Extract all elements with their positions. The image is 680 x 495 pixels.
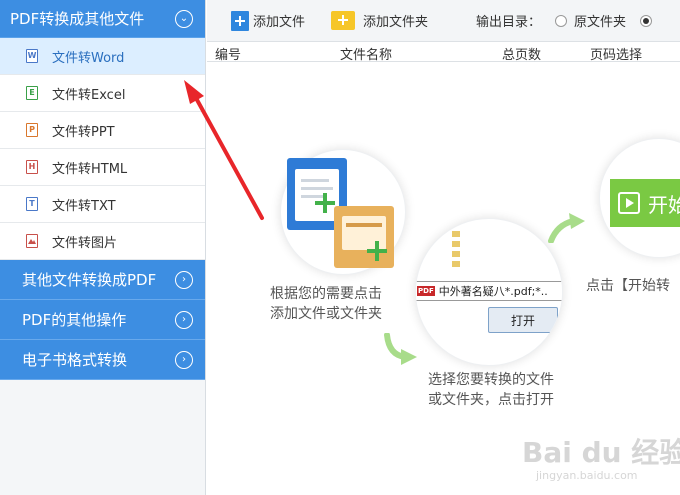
- plus-icon: [367, 241, 387, 261]
- sidebar-item-label: 文件转图片: [52, 235, 118, 251]
- word-file-icon: W: [26, 49, 38, 63]
- folder-row: [452, 239, 512, 249]
- sidebar-item-to-word[interactable]: W 文件转Word: [0, 38, 205, 75]
- dialog-filename: 中外著名疑: [438, 285, 494, 298]
- play-icon: [618, 192, 640, 214]
- col-index: 编号: [215, 48, 242, 63]
- dialog-open-button: 打开: [488, 307, 558, 333]
- folder-bar: [346, 223, 382, 227]
- sub-menu: W 文件转Word E 文件转Excel P 文件转PPT H 文件转HTML …: [0, 38, 205, 260]
- sidebar-item-to-txt[interactable]: T 文件转TXT: [0, 186, 205, 223]
- radio-custom-folder[interactable]: [640, 14, 653, 27]
- radio-original-label: 原文件夹: [574, 15, 627, 30]
- step3-circle: 开始: [599, 138, 680, 258]
- folder-row: [452, 249, 512, 259]
- folder-row: [452, 259, 512, 269]
- image-file-icon: [26, 234, 38, 248]
- category-pdf-other-ops[interactable]: PDF的其他操作 ›: [0, 300, 205, 340]
- dialog-filename-field: PDF 中外著名疑 八*.pdf;*..: [416, 281, 562, 301]
- category-label: 其他文件转换成PDF: [22, 271, 157, 289]
- col-page-range: 页码选择: [590, 48, 643, 63]
- category-label: PDF转换成其他文件: [10, 10, 145, 28]
- step3-caption: 点击【开始转: [586, 278, 670, 294]
- category-label: 电子书格式转换: [22, 351, 128, 369]
- ppt-file-icon: P: [26, 123, 38, 137]
- step1-caption: 根据您的需要点击 添加文件或文件夹: [270, 284, 420, 324]
- col-filename: 文件名称: [340, 48, 393, 63]
- category-pdf-to-other[interactable]: PDF转换成其他文件 ⌄: [0, 0, 205, 38]
- sidebar: PDF转换成其他文件 ⌄ W 文件转Word E 文件转Excel P 文件转P…: [0, 0, 206, 495]
- chevron-right-icon: ›: [175, 310, 193, 329]
- doc-line: [301, 179, 329, 182]
- dialog-folder-list: [452, 229, 512, 269]
- chevron-down-icon: ⌄: [175, 9, 193, 28]
- folder-row: [452, 229, 512, 239]
- watermark-main: Bai du 经验: [522, 436, 680, 469]
- caption-line: 添加文件或文件夹: [270, 306, 382, 322]
- txt-file-icon: T: [26, 197, 38, 211]
- green-arrow-up-icon: [548, 213, 585, 243]
- start-button-illustration: 开始: [610, 179, 680, 227]
- add-file-label: 添加文件: [253, 15, 306, 30]
- caption-line: 选择您要转换的文件: [428, 372, 554, 388]
- add-file-icon: [231, 10, 249, 31]
- plus-icon: [315, 193, 335, 213]
- sidebar-item-label: 文件转HTML: [52, 161, 128, 177]
- step2-circle: PDF 中外著名疑 八*.pdf;*.. 打开: [415, 218, 563, 366]
- sidebar-item-to-image[interactable]: 文件转图片: [0, 223, 205, 260]
- empty-state-guide: PDF 中外著名疑 八*.pdf;*.. 打开 开始 根据您的需要点击添加文件或…: [207, 63, 680, 495]
- excel-file-icon: E: [26, 86, 38, 100]
- green-arrow-down-icon: [384, 333, 417, 365]
- output-dir-label: 输出目录：: [476, 15, 542, 30]
- col-pages: 总页数: [502, 48, 542, 63]
- sidebar-item-label: 文件转PPT: [52, 124, 115, 140]
- file-table-header: 编号 文件名称 总页数 页码选择: [207, 42, 680, 63]
- category-label: PDF的其他操作: [22, 311, 127, 329]
- start-label: 开始: [648, 193, 680, 217]
- dialog-filter: 八*.pdf;*..: [493, 285, 548, 298]
- toolbar: 添加文件 添加文件夹 输出目录： 原文件夹: [207, 0, 680, 42]
- category-ebook-convert[interactable]: 电子书格式转换 ›: [0, 340, 205, 380]
- add-folder-button[interactable]: 添加文件夹: [331, 11, 428, 30]
- caption-line: 根据您的需要点击: [270, 286, 382, 302]
- doc-line: [301, 187, 333, 190]
- add-folder-label: 添加文件夹: [363, 15, 429, 30]
- sidebar-item-to-html[interactable]: H 文件转HTML: [0, 149, 205, 186]
- sidebar-item-to-excel[interactable]: E 文件转Excel: [0, 75, 205, 112]
- radio-original-folder[interactable]: [555, 14, 568, 27]
- chevron-right-icon: ›: [175, 270, 193, 289]
- chevron-right-icon: ›: [175, 350, 193, 369]
- watermark-sub: jingyan.baidu.com: [536, 469, 638, 482]
- html-file-icon: H: [26, 160, 38, 174]
- sidebar-item-label: 文件转TXT: [52, 198, 116, 214]
- add-file-button[interactable]: 添加文件: [231, 10, 306, 31]
- sidebar-item-label: 文件转Excel: [52, 87, 126, 103]
- baidu-watermark: Bai du 经验 jingyan.baidu.com: [522, 431, 680, 495]
- category-other-to-pdf[interactable]: 其他文件转换成PDF ›: [0, 260, 205, 300]
- caption-line: 或文件夹，点击打开: [428, 392, 554, 408]
- pdf-converter-window: PDF转换成其他文件 ⌄ W 文件转Word E 文件转Excel P 文件转P…: [0, 0, 680, 495]
- sidebar-item-to-ppt[interactable]: P 文件转PPT: [0, 112, 205, 149]
- step2-caption: 选择您要转换的文件 或文件夹，点击打开: [428, 370, 598, 410]
- sidebar-item-label: 文件转Word: [52, 50, 125, 66]
- add-folder-icon: [331, 11, 356, 30]
